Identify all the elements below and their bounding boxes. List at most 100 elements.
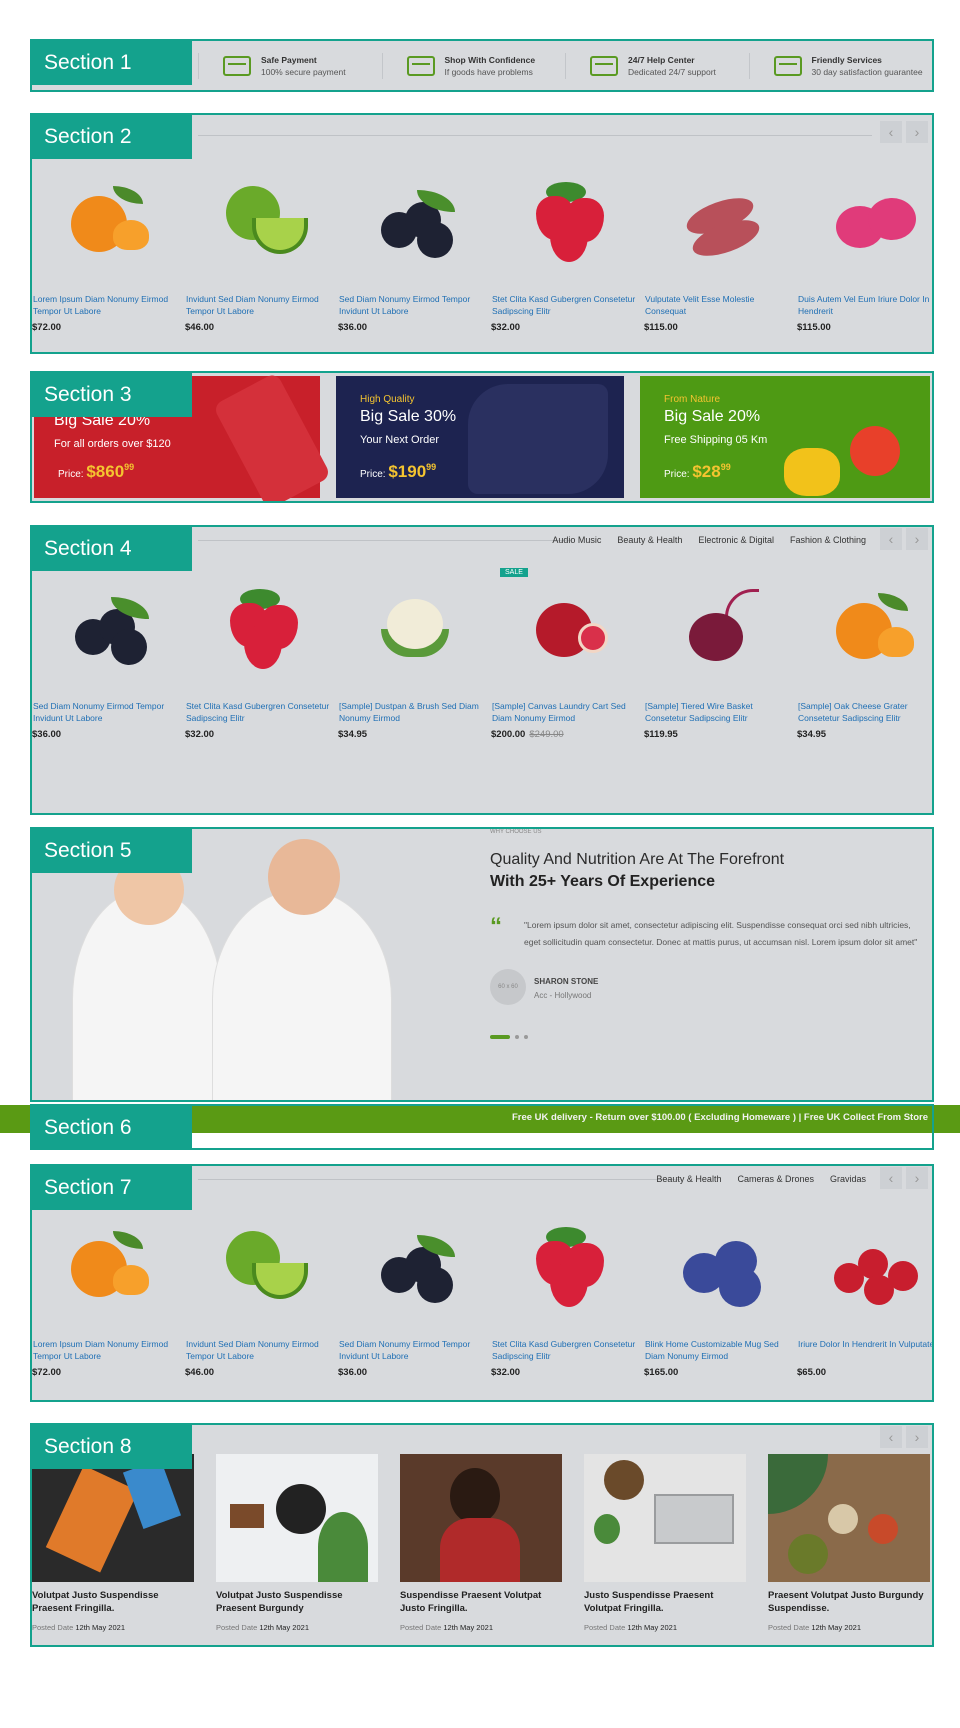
section-label: Section 7 bbox=[32, 1166, 192, 1210]
blog-image[interactable] bbox=[32, 1454, 194, 1582]
prev-arrow-button[interactable]: ‹ bbox=[880, 1167, 902, 1189]
avatar: 60 x 60 bbox=[490, 969, 526, 1005]
tab-audio-music[interactable]: Audio Music bbox=[552, 535, 601, 545]
carousel-dot[interactable] bbox=[490, 1035, 510, 1039]
blog-title[interactable]: Justo Suspendisse Praesent Volutpat Frin… bbox=[584, 1589, 746, 1615]
service-help-center: 24/7 Help Center Dedicated 24/7 support bbox=[565, 52, 749, 79]
tab-beauty-health[interactable]: Beauty & Health bbox=[617, 535, 682, 545]
next-arrow-button[interactable]: › bbox=[906, 1167, 928, 1189]
product-card[interactable]: Duis Autem Vel Eum Iriure Dolor In Hendr… bbox=[797, 159, 932, 333]
section-5: Section 5 WHY CHOOSE US Quality And Nutr… bbox=[30, 827, 934, 1102]
product-name[interactable]: Stet Clita Kasd Gubergren Consetetur Sad… bbox=[491, 1338, 644, 1362]
product-name[interactable]: Invidunt Sed Diam Nonumy Eirmod Tempor U… bbox=[185, 1338, 338, 1362]
carousel-dot[interactable] bbox=[515, 1035, 519, 1039]
product-name[interactable]: Invidunt Sed Diam Nonumy Eirmod Tempor U… bbox=[185, 293, 338, 317]
lime-icon bbox=[216, 1227, 308, 1309]
orange-icon bbox=[828, 589, 920, 671]
product-name[interactable]: Sed Diam Nonumy Eirmod Tempor Invidunt U… bbox=[338, 293, 491, 317]
product-card[interactable]: [Sample] Dustpan & Brush Sed Diam Nonumy… bbox=[338, 566, 491, 740]
product-card[interactable]: Stet Clita Kasd Gubergren Consetetur Sad… bbox=[491, 159, 644, 333]
vegetables-image bbox=[850, 426, 900, 476]
product-name[interactable]: Sed Diam Nonumy Eirmod Tempor Invidunt U… bbox=[338, 1338, 491, 1362]
prev-arrow-button[interactable]: ‹ bbox=[880, 528, 902, 550]
tab-beauty-health[interactable]: Beauty & Health bbox=[656, 1174, 721, 1184]
blog-card[interactable]: Volutpat Justo Suspendisse Praesent Frin… bbox=[32, 1454, 194, 1632]
promo-banner[interactable]: High Quality Big Sale 30% Your Next Orde… bbox=[336, 376, 624, 498]
product-card[interactable]: SALE [Sample] Canvas Laundry Cart Sed Di… bbox=[491, 566, 644, 740]
product-name[interactable]: Lorem Ipsum Diam Nonumy Eirmod Tempor Ut… bbox=[32, 293, 185, 317]
product-name[interactable]: [Sample] Dustpan & Brush Sed Diam Nonumy… bbox=[338, 700, 491, 724]
product-name[interactable]: Vulputate Velit Esse Molestie Consequat bbox=[644, 293, 797, 317]
product-card[interactable]: Lorem Ipsum Diam Nonumy Eirmod Tempor Ut… bbox=[32, 159, 185, 333]
product-name[interactable]: [Sample] Oak Cheese Grater Consetetur Sa… bbox=[797, 700, 932, 724]
blog-card[interactable]: Justo Suspendisse Praesent Volutpat Frin… bbox=[584, 1454, 746, 1632]
product-card[interactable]: [Sample] Tiered Wire Basket Consetetur S… bbox=[644, 566, 797, 740]
product-price: $65.00 bbox=[797, 1367, 827, 1378]
product-price: $34.95 bbox=[338, 729, 368, 740]
blog-image[interactable] bbox=[768, 1454, 930, 1582]
blog-title[interactable]: Volutpat Justo Suspendisse Praesent Burg… bbox=[216, 1589, 378, 1615]
lime-icon bbox=[216, 182, 308, 264]
cherry-icon bbox=[828, 1227, 920, 1309]
product-card[interactable]: Invidunt Sed Diam Nonumy Eirmod Tempor U… bbox=[185, 1204, 338, 1378]
product-card[interactable]: Iriure Dolor In Hendrerit In Vulputate $… bbox=[797, 1204, 932, 1378]
product-card[interactable]: Stet Clita Kasd Gubergren Consetetur Sad… bbox=[491, 1204, 644, 1378]
blueberry-icon bbox=[369, 1227, 461, 1309]
product-card[interactable]: Sed Diam Nonumy Eirmod Tempor Invidunt U… bbox=[338, 159, 491, 333]
next-arrow-button[interactable]: › bbox=[906, 1426, 928, 1448]
beetroot-icon bbox=[675, 589, 767, 671]
next-arrow-button[interactable]: › bbox=[906, 528, 928, 550]
heading-line-2: With 25+ Years Of Experience bbox=[490, 873, 716, 890]
tab-electronic-digital[interactable]: Electronic & Digital bbox=[698, 535, 774, 545]
product-name[interactable]: Iriure Dolor In Hendrerit In Vulputate bbox=[797, 1338, 932, 1362]
blog-card[interactable]: Suspendisse Praesent Volutpat Justo Frin… bbox=[400, 1454, 562, 1632]
blog-date: Posted Date 12th May 2021 bbox=[400, 1623, 493, 1632]
plum-icon bbox=[675, 1227, 767, 1309]
product-card[interactable]: Vulputate Velit Esse Molestie Consequat … bbox=[644, 159, 797, 333]
tab-cameras-drones[interactable]: Cameras & Drones bbox=[737, 1174, 814, 1184]
product-price: $115.00 bbox=[644, 322, 678, 333]
blog-image[interactable] bbox=[400, 1454, 562, 1582]
product-card[interactable]: Sed Diam Nonumy Eirmod Tempor Invidunt U… bbox=[32, 566, 185, 740]
product-name[interactable]: Lorem Ipsum Diam Nonumy Eirmod Tempor Ut… bbox=[32, 1338, 185, 1362]
product-name[interactable]: Blink Home Customizable Mug Sed Diam Non… bbox=[644, 1338, 797, 1362]
tab-gravidas[interactable]: Gravidas bbox=[830, 1174, 866, 1184]
product-card[interactable]: Blink Home Customizable Mug Sed Diam Non… bbox=[644, 1204, 797, 1378]
carousel-dot[interactable] bbox=[524, 1035, 528, 1039]
product-name[interactable]: Sed Diam Nonumy Eirmod Tempor Invidunt U… bbox=[32, 700, 185, 724]
tab-fashion-clothing[interactable]: Fashion & Clothing bbox=[790, 535, 866, 545]
blog-image[interactable] bbox=[584, 1454, 746, 1582]
author-role: Acc - Hollywood bbox=[534, 991, 592, 1000]
prev-arrow-button[interactable]: ‹ bbox=[880, 1426, 902, 1448]
section-label: Section 1 bbox=[32, 41, 192, 85]
product-card[interactable]: Sed Diam Nonumy Eirmod Tempor Invidunt U… bbox=[338, 1204, 491, 1378]
section-label: Section 5 bbox=[32, 829, 192, 873]
product-card[interactable]: [Sample] Oak Cheese Grater Consetetur Sa… bbox=[797, 566, 932, 740]
strawberry-icon bbox=[522, 1227, 614, 1309]
product-name[interactable]: Stet Clita Kasd Gubergren Consetetur Sad… bbox=[185, 700, 338, 724]
next-arrow-button[interactable]: › bbox=[906, 121, 928, 143]
blog-image[interactable] bbox=[216, 1454, 378, 1582]
prev-arrow-button[interactable]: ‹ bbox=[880, 121, 902, 143]
blog-card[interactable]: Praesent Volutpat Justo Burgundy Suspend… bbox=[768, 1454, 930, 1632]
blog-card[interactable]: Volutpat Justo Suspendisse Praesent Burg… bbox=[216, 1454, 378, 1632]
product-name[interactable]: [Sample] Canvas Laundry Cart Sed Diam No… bbox=[491, 700, 644, 724]
product-card[interactable]: Lorem Ipsum Diam Nonumy Eirmod Tempor Ut… bbox=[32, 1204, 185, 1378]
blog-title[interactable]: Suspendisse Praesent Volutpat Justo Frin… bbox=[400, 1589, 562, 1615]
product-card[interactable]: Stet Clita Kasd Gubergren Consetetur Sad… bbox=[185, 566, 338, 740]
promo-banner[interactable]: From Nature Big Sale 20% Free Shipping 0… bbox=[640, 376, 930, 498]
product-price: $36.00 bbox=[338, 322, 368, 333]
product-card[interactable]: Invidunt Sed Diam Nonumy Eirmod Tempor U… bbox=[185, 159, 338, 333]
marquee-text: Free UK delivery - Return over $100.00 (… bbox=[511, 1112, 928, 1123]
product-row: Sed Diam Nonumy Eirmod Tempor Invidunt U… bbox=[32, 566, 932, 740]
blog-title[interactable]: Praesent Volutpat Justo Burgundy Suspend… bbox=[768, 1589, 930, 1615]
blog-title[interactable]: Volutpat Justo Suspendisse Praesent Frin… bbox=[32, 1589, 194, 1615]
blog-date: Posted Date 12th May 2021 bbox=[768, 1623, 861, 1632]
section-label: Section 4 bbox=[32, 527, 192, 571]
product-name[interactable]: Duis Autem Vel Eum Iriure Dolor In Hendr… bbox=[797, 293, 932, 317]
product-price: $119.95 bbox=[644, 729, 678, 740]
product-name[interactable]: Stet Clita Kasd Gubergren Consetetur Sad… bbox=[491, 293, 644, 317]
product-name[interactable]: [Sample] Tiered Wire Basket Consetetur S… bbox=[644, 700, 797, 724]
section-label: Section 2 bbox=[32, 115, 192, 159]
list-card-icon bbox=[773, 55, 802, 76]
